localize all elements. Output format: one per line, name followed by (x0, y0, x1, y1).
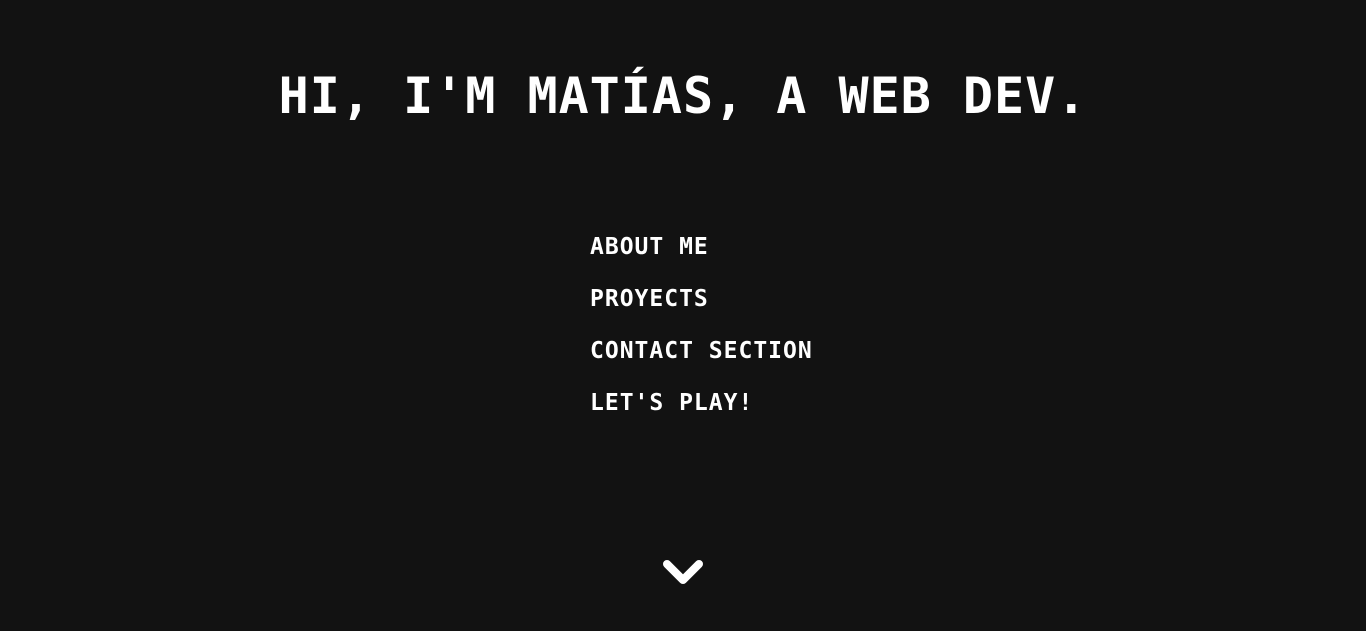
page-title: Hi, I'm Matías, a web dev. (278, 67, 1088, 125)
chevron-down-icon (663, 560, 703, 584)
scroll-down-button[interactable] (662, 556, 704, 588)
nav-link-proyects[interactable]: Proyects (590, 280, 709, 318)
nav-link-play[interactable]: Let's play! (590, 384, 753, 422)
nav-link-contact[interactable]: Contact section (590, 332, 813, 370)
nav-item-about-me: About me (590, 228, 813, 280)
nav-item-play: Let's play! (590, 384, 813, 436)
nav-item-contact: Contact section (590, 332, 813, 384)
main-nav: About me Proyects Contact section Let's … (590, 228, 813, 436)
nav-link-about-me[interactable]: About me (590, 228, 709, 266)
nav-item-proyects: Proyects (590, 280, 813, 332)
nav-list: About me Proyects Contact section Let's … (590, 228, 813, 436)
